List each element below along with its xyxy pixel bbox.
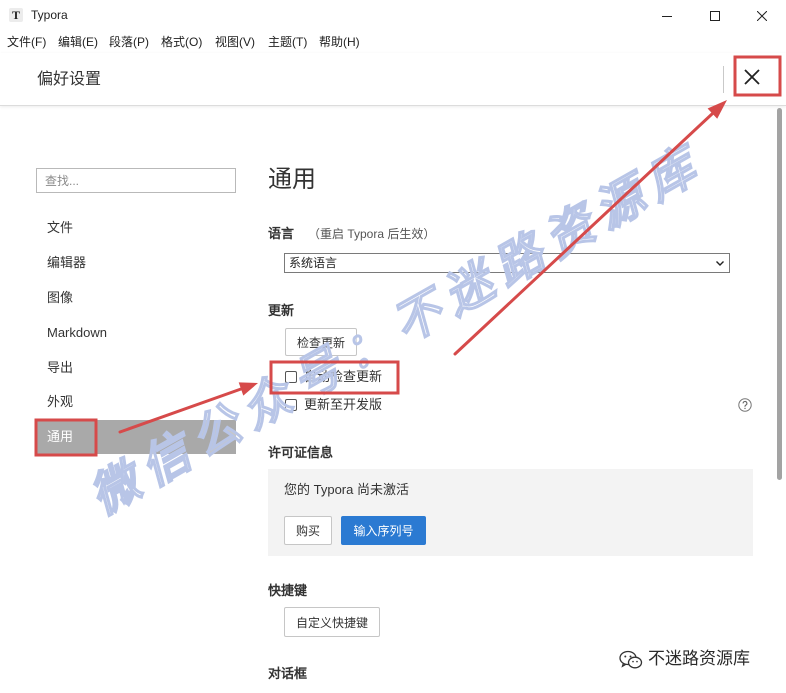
update-label: 更新 [268,303,295,318]
checkbox[interactable] [285,371,297,383]
language-select-value: 系统语言 [289,256,338,270]
sidebar-item-image[interactable]: 图像 [36,281,236,315]
sidebar-item-label: 图像 [47,290,74,305]
window-title: Typora [31,8,68,22]
page-title: 偏好设置 [37,71,102,88]
close-preferences-button[interactable] [734,59,770,95]
menu-paragraph[interactable]: 段落(P) [109,31,149,53]
sidebar-item-label: 文件 [47,220,74,235]
sidebar-item-label: 导出 [47,360,74,375]
sidebar-item-label: 外观 [47,394,74,409]
language-select[interactable]: 系统语言 [284,253,730,273]
close-icon [744,69,760,85]
check-updates-button[interactable]: 检查更新 [285,328,357,356]
sidebar-item-label: Markdown [47,325,107,340]
menu-edit[interactable]: 编辑(E) [58,31,98,53]
checkbox-label: 更新至开发版 [304,397,383,412]
sidebar-item-files[interactable]: 文件 [36,211,236,245]
wechat-icon [619,650,643,669]
sidebar-item-editor[interactable]: 编辑器 [36,246,236,280]
sidebar-item-general[interactable]: 通用 [36,420,236,454]
auto-check-updates-checkbox[interactable]: 自动检查更新 [285,368,415,386]
maximize-button[interactable] [692,0,738,31]
language-label: 语言 [268,226,295,241]
update-to-dev-checkbox[interactable]: 更新至开发版 [285,396,415,414]
annotation-arrow-to-close [453,100,727,356]
signature-text: 不迷路资源库 [648,649,750,668]
section-heading: 通用 [268,166,316,193]
shortcuts-label: 快捷键 [268,583,308,598]
window-close-button[interactable] [739,0,785,31]
license-status: 您的 Typora 尚未激活 [284,482,409,497]
menu-view[interactable]: 视图(V) [215,31,255,53]
enter-serial-button[interactable]: 输入序列号 [341,516,426,545]
sidebar-item-appearance[interactable]: 外观 [36,385,236,419]
chevron-down-icon [716,261,724,266]
typora-app-icon: T [9,8,23,22]
search-input[interactable] [36,168,236,193]
sidebar-item-label: 通用 [47,429,74,444]
buy-button[interactable]: 购买 [284,516,332,545]
sidebar-item-export[interactable]: 导出 [36,351,236,385]
minimize-button[interactable] [644,0,690,31]
dialogs-label: 对话框 [268,666,308,681]
checkbox[interactable] [285,399,297,411]
preferences-header: 偏好设置 [0,53,786,106]
menu-format[interactable]: 格式(O) [161,31,202,53]
scrollbar-thumb[interactable] [777,108,782,480]
maximize-icon [710,10,720,21]
menu-bar: 文件(F) 编辑(E) 段落(P) 格式(O) 视图(V) 主题(T) 帮助(H… [0,31,786,53]
close-icon [757,10,767,21]
license-label: 许可证信息 [268,445,334,460]
menu-file[interactable]: 文件(F) [7,31,46,53]
minimize-icon [662,15,672,17]
customize-shortcuts-button[interactable]: 自定义快捷键 [284,607,380,637]
menu-theme[interactable]: 主题(T) [268,31,307,53]
header-divider [723,66,724,93]
language-hint: （重启 Typora 后生效） [308,227,436,241]
checkbox-label: 自动检查更新 [304,369,383,384]
help-icon[interactable] [738,398,752,412]
title-bar: T Typora [0,0,786,31]
sidebar-item-markdown[interactable]: Markdown [36,316,236,350]
menu-help[interactable]: 帮助(H) [319,31,360,53]
sidebar-item-label: 编辑器 [47,255,87,270]
